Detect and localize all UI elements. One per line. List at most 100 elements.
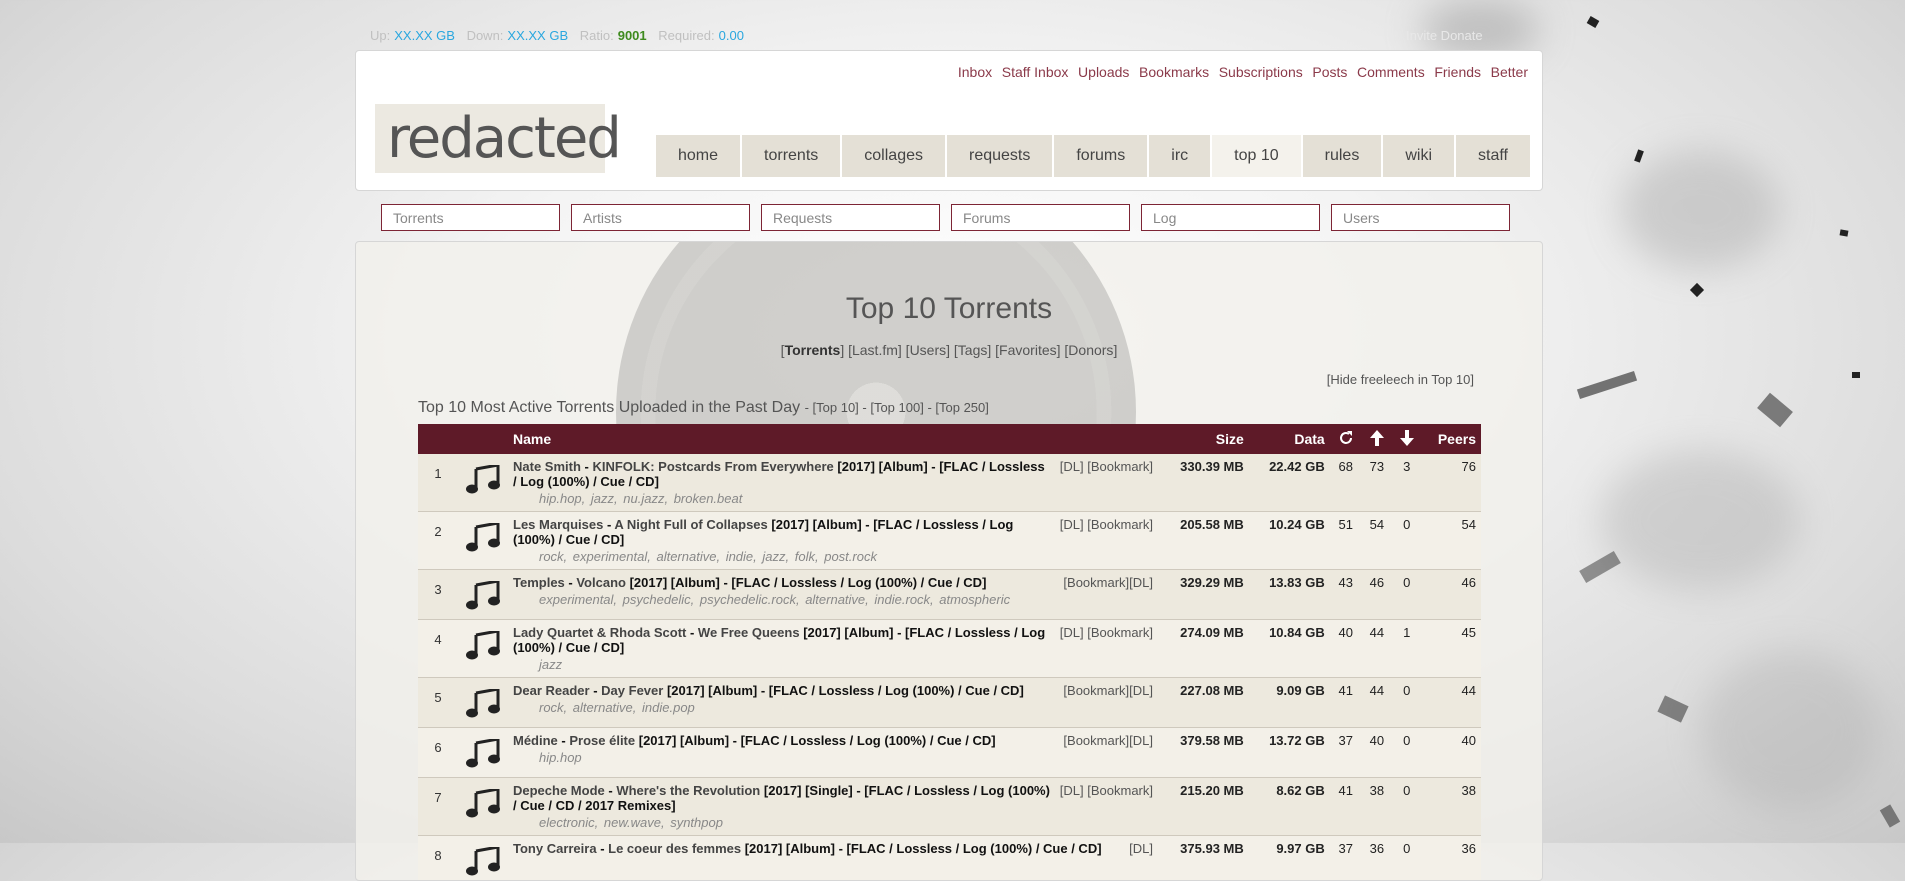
leechers-down-arrow-icon[interactable] [1392,424,1422,454]
search-users-input[interactable] [1331,204,1510,231]
tag-link[interactable]: alternative, [805,592,869,607]
torrent-info: [2017] [Album] - [FLAC / Lossless / Log … [745,841,1102,856]
link-bookmarks[interactable]: Bookmarks [1139,64,1209,80]
download-bookmark-links[interactable]: [Bookmark][DL] [1063,575,1153,590]
link-inbox[interactable]: Inbox [958,64,992,80]
tag-link[interactable]: alternative, [656,549,720,564]
download-bookmark-links[interactable]: [DL] [Bookmark] [1060,459,1153,474]
download-bookmark-links[interactable]: [DL] [Bookmark] [1060,517,1153,532]
torrent-artist-link[interactable]: Les Marquises [513,517,603,532]
row-snatched: 41 [1330,778,1362,836]
nav-torrents[interactable]: torrents [742,135,840,177]
tag-link[interactable]: jazz [539,657,562,672]
download-bookmark-links[interactable]: [DL] [1129,841,1153,856]
search-artists-input[interactable] [571,204,750,231]
tag-link[interactable]: hip.hop, [539,491,585,506]
torrent-artist-link[interactable]: Dear Reader [513,683,590,698]
link-uploads[interactable]: Uploads [1078,64,1129,80]
torrent-artist-link[interactable]: Nate Smith [513,459,581,474]
nav-top10[interactable]: top 10 [1212,135,1300,177]
row-snatched: 41 [1330,678,1362,728]
search-log-input[interactable] [1141,204,1320,231]
torrent-album-link[interactable]: Where's the Revolution [616,783,760,798]
nav-home[interactable]: home [656,135,740,177]
link-better[interactable]: Better [1491,64,1528,80]
search-forums-input[interactable] [951,204,1130,231]
music-note-icon [458,620,508,678]
torrent-artist-link[interactable]: Médine [513,733,558,748]
subnav-tags[interactable]: Tags [958,342,988,358]
torrent-artist-link[interactable]: Temples [513,575,565,590]
header-data[interactable]: Data [1249,424,1330,454]
download-bookmark-links[interactable]: [Bookmark][DL] [1063,683,1153,698]
subnav-donors[interactable]: Donors [1068,342,1113,358]
tag-link[interactable]: experimental, [539,592,617,607]
link-comments[interactable]: Comments [1357,64,1425,80]
torrent-album-link[interactable]: Prose élite [569,733,635,748]
download-bookmark-links[interactable]: [DL] [Bookmark] [1060,625,1153,640]
row-peers: 76 [1422,454,1481,512]
nav-forums[interactable]: forums [1054,135,1147,177]
tag-link[interactable]: rock, [539,549,567,564]
tag-link[interactable]: indie.rock, [874,592,933,607]
torrent-album-link[interactable]: We Free Queens [698,625,800,640]
tag-link[interactable]: atmospheric [939,592,1010,607]
header-size[interactable]: Size [1158,424,1249,454]
header-name[interactable]: Name [508,424,1158,454]
nav-irc[interactable]: irc [1149,135,1210,177]
subnav-users[interactable]: Users [910,342,947,358]
tag-link[interactable]: broken.beat [674,491,743,506]
torrent-artist-link[interactable]: Lady Quartet & Rhoda Scott [513,625,686,640]
tag-link[interactable]: indie.pop [642,700,695,715]
header-peers[interactable]: Peers [1422,424,1481,454]
tag-link[interactable]: electronic, [539,815,598,830]
tag-link[interactable]: synthpop [670,815,723,830]
tag-link[interactable]: jazz, [762,549,789,564]
row-data: 9.09 GB [1249,678,1330,728]
subnav-lastfm[interactable]: Last.fm [852,342,898,358]
search-torrents-input[interactable] [381,204,560,231]
tag-link[interactable]: folk, [795,549,819,564]
torrent-album-link[interactable]: Le coeur des femmes [608,841,741,856]
section-limit-links[interactable]: - [Top 10] - [Top 100] - [Top 250] [805,400,989,415]
tag-link[interactable]: new.wave, [604,815,665,830]
torrent-album-link[interactable]: A Night Full of Collapses [614,517,767,532]
search-requests-input[interactable] [761,204,940,231]
torrent-album-link[interactable]: KINFOLK: Postcards From Everywhere [592,459,833,474]
link-subscriptions[interactable]: Subscriptions [1219,64,1303,80]
row-snatched: 40 [1330,620,1362,678]
subnav-favorites[interactable]: Favorites [999,342,1057,358]
nav-rules[interactable]: rules [1303,135,1382,177]
site-logo[interactable]: redacted [375,104,605,173]
tag-link[interactable]: indie, [726,549,757,564]
row-leechers: 0 [1392,728,1422,778]
snatches-icon[interactable] [1330,424,1362,454]
nav-wiki[interactable]: wiki [1383,135,1454,177]
tag-link[interactable]: nu.jazz, [623,491,668,506]
link-staff-inbox[interactable]: Staff Inbox [1002,64,1069,80]
subnav-torrents[interactable]: Torrents [785,342,841,358]
tag-link[interactable]: rock, [539,700,567,715]
tag-link[interactable]: psychedelic.rock, [700,592,800,607]
tag-link[interactable]: hip.hop [539,750,582,765]
tag-link[interactable]: jazz, [591,491,618,506]
torrent-artist-link[interactable]: Depeche Mode [513,783,605,798]
link-posts[interactable]: Posts [1312,64,1347,80]
music-note-icon [458,454,508,512]
tag-link[interactable]: alternative, [573,700,637,715]
tag-link[interactable]: post.rock [824,549,877,564]
faint-header-links[interactable]: Invite Donate [1406,28,1483,43]
download-bookmark-links[interactable]: [Bookmark][DL] [1063,733,1153,748]
download-bookmark-links[interactable]: [DL] [Bookmark] [1060,783,1153,798]
hide-freeleech-link[interactable]: [Hide freeleech in Top 10] [1327,372,1474,387]
nav-staff[interactable]: staff [1456,135,1530,177]
seeders-up-arrow-icon[interactable] [1362,424,1392,454]
torrent-album-link[interactable]: Day Fever [601,683,663,698]
tag-link[interactable]: experimental, [573,549,651,564]
tag-link[interactable]: psychedelic, [623,592,695,607]
torrent-album-link[interactable]: Volcano [576,575,626,590]
link-friends[interactable]: Friends [1434,64,1481,80]
torrent-artist-link[interactable]: Tony Carreira [513,841,597,856]
nav-collages[interactable]: collages [842,135,945,177]
nav-requests[interactable]: requests [947,135,1052,177]
